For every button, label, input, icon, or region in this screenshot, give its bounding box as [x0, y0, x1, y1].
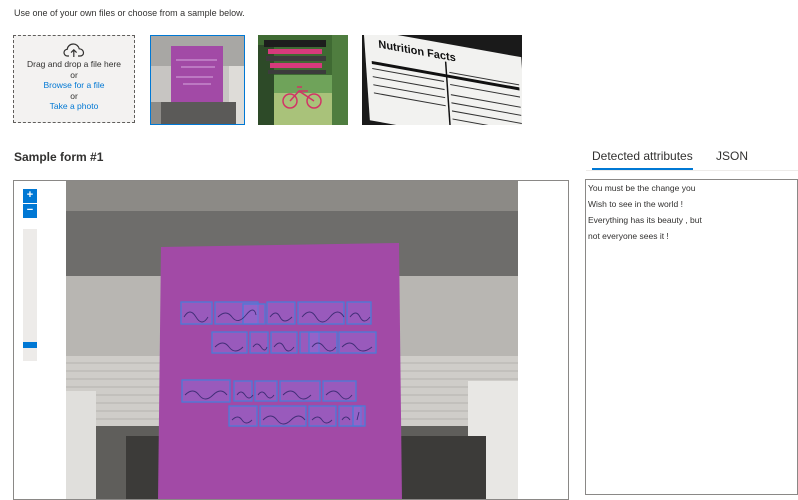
sample-thumbnail-nutrition[interactable]: Nutrition Facts: [362, 35, 522, 125]
word-box: [322, 380, 357, 402]
take-photo-link[interactable]: Take a photo: [14, 101, 134, 112]
tab-label: JSON: [716, 149, 749, 163]
word-box: [266, 301, 296, 325]
word-box: [297, 301, 345, 325]
detected-line: Wish to see in the world !: [588, 199, 683, 209]
dropzone-or: or: [70, 69, 78, 80]
document-image: [66, 181, 518, 499]
word-box: [338, 331, 377, 354]
sample-thumbnail-poster[interactable]: [258, 35, 348, 125]
detected-line: You must be the change you: [588, 183, 696, 193]
zoom-slider-thumb[interactable]: [23, 342, 37, 349]
word-box: [270, 331, 298, 354]
note-thumbnail-image: [151, 36, 244, 124]
sample-thumbnail-note[interactable]: [150, 35, 245, 125]
intro-text: Use one of your own files or choose from…: [14, 8, 245, 18]
dropzone-or: or: [70, 90, 78, 101]
tab-detected-attributes[interactable]: Detected attributes: [592, 149, 693, 170]
file-dropzone[interactable]: Drag and drop a file here or Browse for …: [13, 35, 135, 123]
word-box: [180, 301, 213, 325]
zoom-in-button[interactable]: +: [23, 189, 37, 203]
detected-line: not everyone sees it !: [588, 231, 669, 241]
word-box: [254, 380, 278, 402]
detected-lines: You must be the change you Wish to see in…: [586, 180, 797, 244]
detected-line: Everything has its beauty , but: [588, 215, 702, 225]
tab-divider: [586, 170, 798, 171]
poster-thumbnail-image: [258, 35, 348, 125]
detected-attributes-panel: You must be the change you Wish to see in…: [585, 179, 798, 495]
form-title: Sample form #1: [14, 150, 104, 164]
nutrition-thumbnail-image: Nutrition Facts: [362, 35, 522, 125]
upload-cloud-icon: [63, 43, 85, 57]
word-box: [308, 405, 337, 427]
word-box: [352, 405, 366, 427]
word-box: [346, 301, 372, 325]
word-box: [228, 405, 258, 427]
tab-json[interactable]: JSON: [716, 149, 748, 163]
zoom-out-button[interactable]: −: [23, 204, 37, 218]
tab-label: Detected attributes: [592, 149, 693, 163]
browse-file-link[interactable]: Browse for a file: [14, 80, 134, 91]
dropzone-label: Drag and drop a file here: [26, 59, 122, 69]
zoom-slider[interactable]: [23, 229, 37, 361]
word-box: [211, 331, 248, 354]
image-viewer[interactable]: + −: [13, 180, 569, 500]
